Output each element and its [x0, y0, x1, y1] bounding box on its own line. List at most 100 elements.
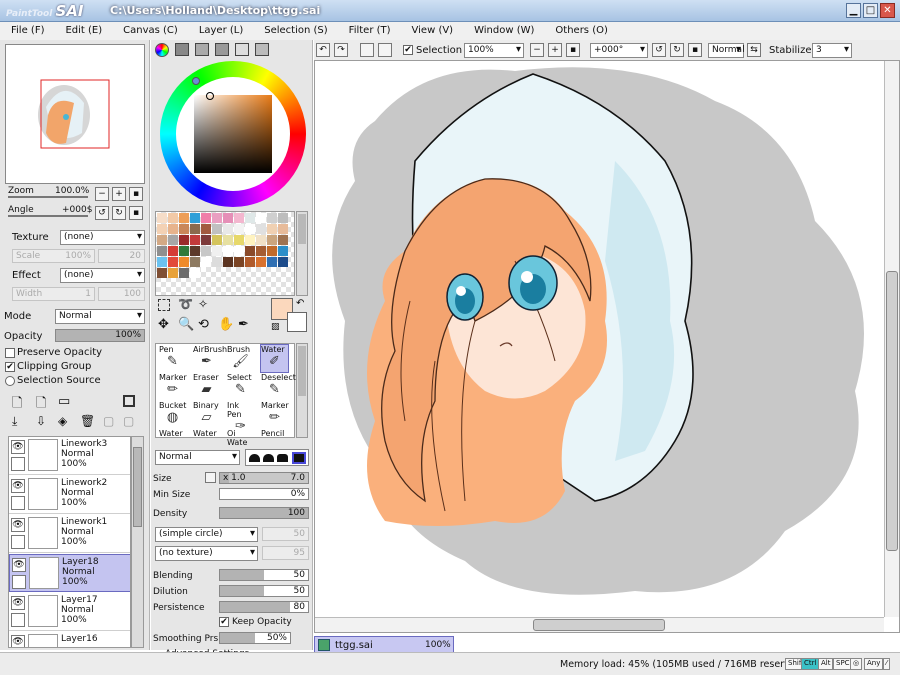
size-multiplier-icon[interactable] [205, 472, 216, 483]
color-swatch[interactable] [190, 246, 200, 256]
stabilizer-select[interactable]: 3 [812, 43, 852, 58]
layer-visibility-icon[interactable]: 👁 [11, 596, 25, 610]
tool-ink-pen[interactable]: Ink Pen ✑ [227, 401, 254, 434]
swatch-grid[interactable] [155, 211, 295, 296]
blend-mode-select[interactable]: Normal [55, 309, 145, 324]
clear-layer-icon[interactable]: ◈ [58, 414, 67, 428]
layer-opacity-slider[interactable]: 100% [55, 329, 145, 342]
canvas-horizontal-scrollbar[interactable] [315, 617, 884, 632]
density-slider[interactable]: 100 [219, 507, 309, 519]
color-swatch[interactable] [234, 224, 244, 234]
color-swatch[interactable] [278, 213, 288, 223]
rotate-tool-icon[interactable]: ⟲ [198, 317, 209, 332]
layer-visibility-icon[interactable]: 👁 [11, 635, 25, 647]
tool-select[interactable]: Select ✎ [227, 373, 254, 400]
magic-wand-icon[interactable]: ✧ [198, 297, 208, 311]
toolbar-zoom-reset-icon[interactable]: ▪ [566, 43, 580, 57]
color-swatch[interactable] [245, 213, 255, 223]
tool-pen[interactable]: Pen ✎ [159, 345, 186, 372]
color-swatch[interactable] [267, 235, 277, 245]
tool-deselect[interactable]: Deselect ✎ [261, 373, 296, 400]
color-swatch[interactable] [212, 246, 222, 256]
color-swatch[interactable] [267, 257, 277, 267]
menu-others[interactable]: Others (O) [544, 22, 617, 40]
brush-texture-select[interactable]: (no texture) [155, 546, 258, 561]
canvas-hscroll-thumb[interactable] [533, 619, 665, 631]
color-swatch[interactable] [267, 246, 277, 256]
brush-edge-shapes[interactable] [245, 449, 309, 466]
eyedropper-icon[interactable]: ✒ [238, 317, 249, 332]
color-swatch[interactable] [256, 235, 266, 245]
effect-width[interactable]: Width 1 [12, 287, 95, 301]
color-swatch[interactable] [223, 246, 233, 256]
blending-slider[interactable]: 50 [219, 569, 309, 581]
layer-visibility-icon[interactable]: 👁 [11, 479, 25, 493]
scratchpad-tab-icon[interactable] [255, 43, 269, 56]
brush-texture-strength[interactable]: 95 [262, 546, 309, 560]
mixer-tab-icon[interactable] [215, 43, 229, 56]
transparent-color-icon[interactable]: ▨ [271, 322, 280, 332]
color-swatch[interactable] [179, 224, 189, 234]
close-button[interactable]: ✕ [880, 3, 895, 18]
layer-scroll-thumb[interactable] [133, 447, 142, 527]
tool-grid-scrollbar[interactable] [296, 343, 308, 438]
tool-marker[interactable]: Marker ✏ [261, 401, 289, 428]
zoom-out-button[interactable]: − [95, 187, 109, 201]
preserve-opacity-checkbox[interactable] [5, 348, 15, 358]
color-swatch[interactable] [223, 257, 233, 267]
edge-square-icon[interactable] [292, 452, 306, 464]
color-swatch[interactable] [190, 235, 200, 245]
menu-layer[interactable]: Layer (L) [188, 22, 253, 40]
persistence-slider[interactable]: 80 [219, 601, 309, 613]
color-swatch[interactable] [157, 257, 167, 267]
angle-slider[interactable] [8, 215, 88, 217]
brush-shape-select[interactable]: (simple circle) [155, 527, 258, 542]
color-wheel-tab-icon[interactable] [155, 43, 169, 57]
color-swatch[interactable] [267, 224, 277, 234]
min-size-slider[interactable]: 0% [219, 488, 309, 500]
artwork-canvas[interactable] [315, 61, 881, 614]
selection-source-radio[interactable] [5, 376, 15, 386]
color-swatch[interactable] [234, 246, 244, 256]
angle-select[interactable]: +000° [590, 43, 648, 58]
color-swatch[interactable] [256, 224, 266, 234]
color-swatch[interactable] [245, 224, 255, 234]
zoom-select[interactable]: 100% [464, 43, 524, 58]
smoothing-slider[interactable]: 50% [219, 632, 291, 644]
tool-eraser[interactable]: Eraser ▰ [193, 373, 220, 400]
color-swatch[interactable] [190, 257, 200, 267]
layer-lock-icon[interactable] [11, 613, 25, 627]
saturation-value-square[interactable] [194, 95, 272, 173]
color-swatch[interactable] [234, 213, 244, 223]
color-swatch[interactable] [168, 235, 178, 245]
delete-layer-icon[interactable]: 🗑 [80, 414, 95, 428]
color-swatch[interactable] [201, 235, 211, 245]
layer-row[interactable]: 👁 Linework2 Normal 100% [9, 476, 130, 514]
color-swatch[interactable] [157, 213, 167, 223]
lasso-icon[interactable]: ➰ [178, 297, 193, 311]
layer-list-scrollbar[interactable] [131, 436, 144, 648]
toolbar-rotate-right-icon[interactable]: ↻ [670, 43, 684, 57]
color-swatch[interactable] [256, 246, 266, 256]
new-layer-icon[interactable]: 🗋 [12, 394, 22, 416]
deselect-icon[interactable] [360, 43, 374, 57]
layer-visibility-icon[interactable]: 👁 [12, 558, 26, 572]
layer-lock-icon[interactable] [12, 575, 26, 589]
color-swatch[interactable] [179, 235, 189, 245]
layer-row[interactable]: 👁 Layer18 Normal 100% [9, 554, 130, 592]
color-swatch[interactable] [190, 213, 200, 223]
tool-airbrush[interactable]: AirBrush ✒ [193, 345, 227, 372]
invert-selection-icon[interactable] [378, 43, 392, 57]
texture-select[interactable]: (none) [60, 230, 145, 245]
rotate-reset-button[interactable]: ▪ [129, 206, 143, 220]
color-swatch[interactable] [179, 257, 189, 267]
edge-soft-icon[interactable] [249, 454, 260, 462]
merge-mask-icon[interactable]: ▢ [123, 414, 134, 428]
color-swatch[interactable] [168, 246, 178, 256]
new-folder-icon[interactable]: ▭ [58, 394, 70, 409]
maximize-button[interactable]: □ [863, 3, 878, 18]
transfer-down-icon[interactable]: ⤓ [12, 414, 17, 429]
minimize-button[interactable]: ▁ [846, 3, 861, 18]
toolbar-rotate-reset-icon[interactable]: ▪ [688, 43, 702, 57]
color-swatch[interactable] [168, 213, 178, 223]
